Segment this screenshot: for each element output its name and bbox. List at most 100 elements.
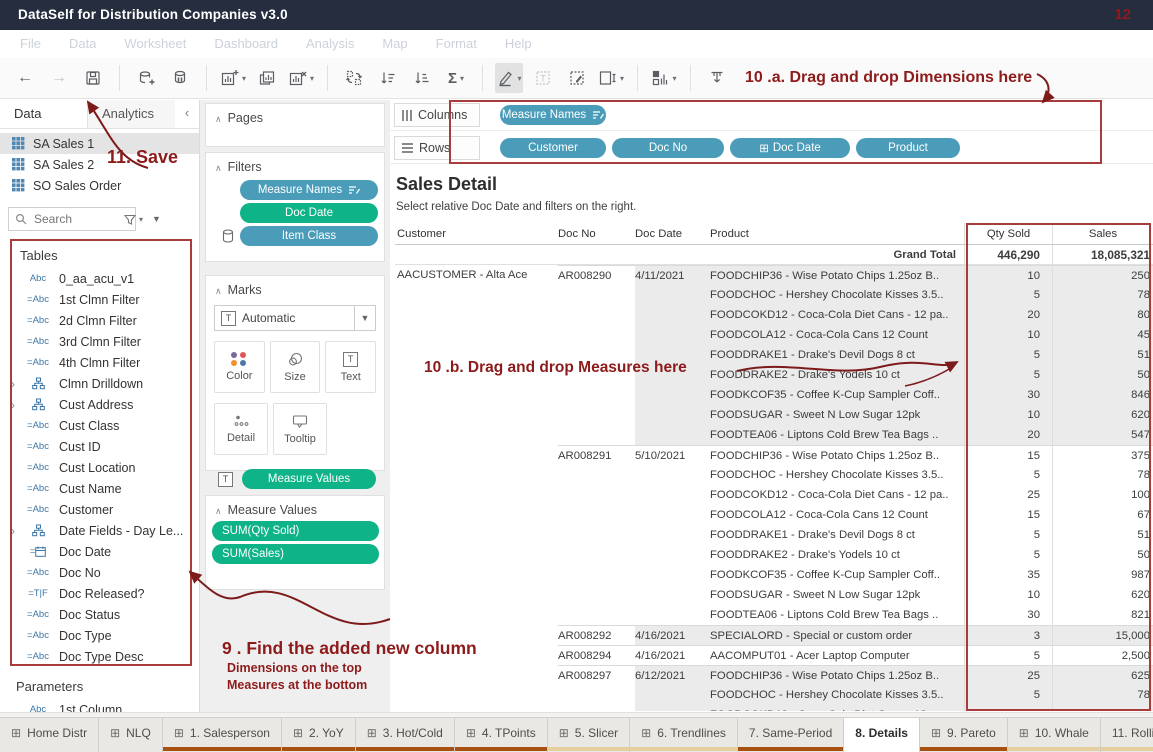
- sheet-tab-home-distr[interactable]: ⊞Home Distr: [0, 718, 99, 752]
- rows-pill-product[interactable]: Product: [856, 138, 960, 158]
- table-row[interactable]: AR0082976/12/2021FOODCHIP36 - Wise Potat…: [395, 665, 1153, 685]
- rows-pill-doc-date[interactable]: ⊞Doc Date: [730, 138, 850, 158]
- field-doc-type[interactable]: =AbcDoc Type: [0, 625, 199, 646]
- expand-chevron-icon[interactable]: ›: [6, 398, 20, 412]
- rows-shelf[interactable]: Rows CustomerDoc No⊞Doc DateProduct: [390, 133, 1153, 164]
- marks-card[interactable]: ∧Marks T Automatic ▼ ColorSizeTText Deta…: [205, 275, 385, 471]
- totals-button[interactable]: Σ▾: [442, 63, 470, 93]
- table-row[interactable]: AR0082924/16/2021SPECIALORD - Special or…: [395, 625, 1153, 645]
- dropdown-caret-icon[interactable]: ▼: [354, 306, 375, 330]
- table-row[interactable]: FOODCHOC - Hershey Chocolate Kisses 3.5.…: [395, 685, 1153, 705]
- table-row[interactable]: FOODCOKD12 - Coca-Cola Diet Cans - 12 pa…: [395, 485, 1153, 505]
- measure-values-text-pill[interactable]: Measure Values: [242, 469, 376, 489]
- sheet-tab-nlq[interactable]: ⊞NLQ: [99, 718, 163, 752]
- measure-pill-sum-sales-[interactable]: SUM(Sales): [212, 544, 379, 564]
- field-cust-class[interactable]: =AbcCust Class: [0, 415, 199, 436]
- mark-button-color[interactable]: Color: [214, 341, 265, 393]
- table-row[interactable]: FOODCOLA12 - Coca-Cola Cans 12 Count1567: [395, 505, 1153, 525]
- mark-button-detail[interactable]: Detail: [214, 403, 268, 455]
- sheet-tab-7-same-period[interactable]: 7. Same-Period: [738, 718, 844, 752]
- show-hide-cards-button[interactable]: ▾: [650, 63, 678, 93]
- filter-pill-item-class[interactable]: Item Class: [240, 226, 378, 246]
- menu-map[interactable]: Map: [368, 30, 421, 58]
- table-row[interactable]: FOODTEA06 - Liptons Cold Brew Tea Bags .…: [395, 425, 1153, 445]
- table-row[interactable]: FOODKCOF35 - Coffee K-Cup Sampler Coff..…: [395, 565, 1153, 585]
- sheet-tab-11-rolling[interactable]: 11. Rolling: [1101, 718, 1153, 752]
- table-header-row[interactable]: CustomerDoc NoDoc DateProductQty SoldSal…: [395, 223, 1153, 245]
- field-date-fields-day-le-[interactable]: ›Date Fields - Day Le...: [0, 520, 199, 541]
- expand-chevron-icon[interactable]: ›: [6, 524, 20, 538]
- field-doc-released-[interactable]: =T|FDoc Released?: [0, 583, 199, 604]
- menu-help[interactable]: Help: [491, 30, 546, 58]
- filter-pill-measure-names[interactable]: Measure Names: [240, 180, 378, 200]
- field-2d-clmn-filter[interactable]: =Abc2d Clmn Filter: [0, 310, 199, 331]
- sheet-tab-8-details[interactable]: 8. Details: [844, 718, 920, 752]
- table-row[interactable]: FOODCHOC - Hershey Chocolate Kisses 3.5.…: [395, 465, 1153, 485]
- mark-button-text[interactable]: TText: [325, 341, 376, 393]
- swap-rows-columns-button[interactable]: [340, 63, 368, 93]
- new-data-source-button[interactable]: [132, 63, 160, 93]
- sheet-tab-9-pareto[interactable]: ⊞9. Pareto: [920, 718, 1008, 752]
- fit-selector-button[interactable]: ▾: [597, 63, 625, 93]
- filter-pill-doc-date[interactable]: Doc Date: [240, 203, 378, 223]
- field-doc-type-desc[interactable]: =AbcDoc Type Desc: [0, 646, 199, 667]
- field-doc-date[interactable]: =Doc Date: [0, 541, 199, 562]
- table-row[interactable]: FOODTEA06 - Liptons Cold Brew Tea Bags .…: [395, 605, 1153, 625]
- sheet-tab-4-tpoints[interactable]: ⊞4. TPoints: [455, 718, 548, 752]
- rows-pill-doc-no[interactable]: Doc No: [612, 138, 724, 158]
- format-button[interactable]: [563, 63, 591, 93]
- table-row[interactable]: FOODCOLA12 - Coca-Cola Cans 12 Count1045: [395, 325, 1153, 345]
- tab-analytics[interactable]: Analytics: [87, 100, 175, 128]
- table-row[interactable]: FOODCOKD12 - Coca-Cola Diet Cans - 12 pa…: [395, 305, 1153, 325]
- search-field[interactable]: [32, 211, 114, 227]
- sheet-tab-1-salesperson[interactable]: ⊞1. Salesperson: [163, 718, 282, 752]
- filter-fields-icon[interactable]: ▾: [124, 214, 143, 225]
- data-source-so-sales-order[interactable]: SO Sales Order: [0, 175, 199, 196]
- filters-shelf[interactable]: ∧Filters Measure NamesDoc DateItem Class: [205, 152, 385, 262]
- field-doc-no[interactable]: =AbcDoc No: [0, 562, 199, 583]
- field-0-aa-acu-v1[interactable]: Abc0_aa_acu_v1: [0, 268, 199, 289]
- pause-auto-updates-button[interactable]: [166, 63, 194, 93]
- mark-button-size[interactable]: Size: [270, 341, 321, 393]
- clear-sheet-button[interactable]: ▾: [287, 63, 315, 93]
- table-row[interactable]: FOODCHOC - Hershey Chocolate Kisses 3.5.…: [395, 285, 1153, 305]
- table-row[interactable]: FOODDRAKE2 - Drake's Yodels 10 ct550: [395, 545, 1153, 565]
- menu-worksheet[interactable]: Worksheet: [110, 30, 200, 58]
- menu-dashboard[interactable]: Dashboard: [200, 30, 292, 58]
- search-input[interactable]: ▾: [8, 207, 136, 231]
- table-row[interactable]: FOODSUGAR - Sweet N Low Sugar 12pk10620: [395, 405, 1153, 425]
- menu-analysis[interactable]: Analysis: [292, 30, 368, 58]
- field-1st-clmn-filter[interactable]: =Abc1st Clmn Filter: [0, 289, 199, 310]
- field-cust-address[interactable]: ›Cust Address: [0, 394, 199, 415]
- table-row[interactable]: FOODKCOF35 - Coffee K-Cup Sampler Coff..…: [395, 385, 1153, 405]
- field-4th-clmn-filter[interactable]: =Abc4th Clmn Filter: [0, 352, 199, 373]
- sort-descending-button[interactable]: [408, 63, 436, 93]
- measure-pill-sum-qty-sold-[interactable]: SUM(Qty Sold): [212, 521, 379, 541]
- table-row[interactable]: FOODCOKD12 - Coca-Cola Diet Cans - 12 pa…: [395, 705, 1153, 711]
- menu-file[interactable]: File: [6, 30, 55, 58]
- sheet-tab-10-whale[interactable]: ⊞10. Whale: [1008, 718, 1101, 752]
- table-row[interactable]: AR0082944/16/2021AACOMPUT01 - Acer Lapto…: [395, 645, 1153, 665]
- collapse-pane-icon[interactable]: ‹: [175, 100, 199, 128]
- table-row[interactable]: AR0082915/10/2021FOODCHIP36 - Wise Potat…: [395, 445, 1153, 465]
- expand-chevron-icon[interactable]: ›: [6, 377, 20, 391]
- sheet-tab-6-trendlines[interactable]: ⊞6. Trendlines: [630, 718, 738, 752]
- pages-shelf[interactable]: ∧Pages: [205, 103, 385, 147]
- field-cust-location[interactable]: =AbcCust Location: [0, 457, 199, 478]
- table-row[interactable]: FOODSUGAR - Sweet N Low Sugar 12pk10620: [395, 585, 1153, 605]
- sort-ascending-button[interactable]: [374, 63, 402, 93]
- table-row[interactable]: FOODDRAKE1 - Drake's Devil Dogs 8 ct551: [395, 525, 1153, 545]
- columns-pill-measure-names[interactable]: Measure Names: [500, 105, 606, 125]
- sheet-tab-3-hot-cold[interactable]: ⊞3. Hot/Cold: [356, 718, 455, 752]
- new-worksheet-button[interactable]: ▾: [219, 63, 247, 93]
- view-options-icon[interactable]: ▼: [152, 214, 161, 224]
- field-cust-id[interactable]: =AbcCust ID: [0, 436, 199, 457]
- menu-format[interactable]: Format: [422, 30, 491, 58]
- table-row[interactable]: AACUSTOMER - Alta AceAR0082904/11/2021FO…: [395, 265, 1153, 285]
- rows-pill-customer[interactable]: Customer: [500, 138, 606, 158]
- save-button[interactable]: [79, 63, 107, 93]
- field-doc-status[interactable]: =AbcDoc Status: [0, 604, 199, 625]
- menu-data[interactable]: Data: [55, 30, 110, 58]
- field-cust-name[interactable]: =AbcCust Name: [0, 478, 199, 499]
- duplicate-sheet-button[interactable]: [253, 63, 281, 93]
